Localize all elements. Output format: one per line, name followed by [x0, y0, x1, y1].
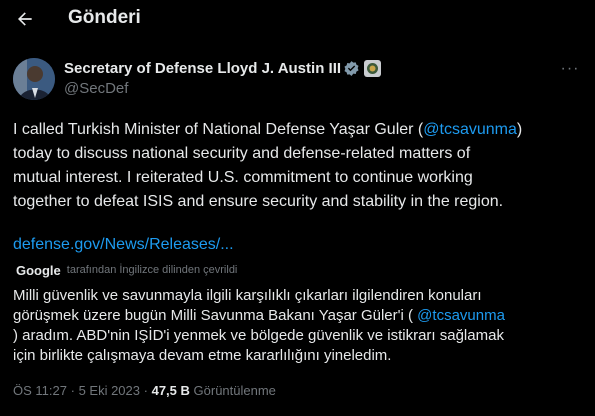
- more-options-button[interactable]: ···: [556, 60, 584, 78]
- translation-attribution: Google tarafından İngilizce dilinden çev…: [16, 262, 237, 278]
- translated-line-4: için birlikte çalışmaya devam etme karar…: [13, 347, 392, 364]
- meta-separator: ·: [70, 383, 75, 398]
- more-options-icon: ···: [560, 60, 580, 77]
- author-name[interactable]: Secretary of Defense Lloyd J. Austin III: [64, 60, 341, 77]
- mention-link[interactable]: @tcsavunma: [423, 121, 517, 138]
- translation-note: tarafından İngilizce dilinden çevrildi: [66, 264, 238, 276]
- back-button[interactable]: [14, 8, 36, 30]
- tweet-line-4: together to defeat ISIS and ensure secur…: [13, 193, 504, 210]
- avatar[interactable]: [13, 58, 55, 100]
- translated-line-1: Milli güvenlik ve savunmayla ilgili karş…: [13, 287, 482, 304]
- views-label: Görüntülenme: [193, 383, 276, 398]
- tweet-line-1: I called Turkish Minister of National De…: [13, 121, 523, 138]
- translated-text: Milli güvenlik ve savunmayla ilgili karş…: [13, 286, 583, 366]
- government-affiliation-icon[interactable]: [364, 60, 381, 77]
- arrow-left-icon: [18, 12, 32, 26]
- verified-badge-icon[interactable]: [343, 60, 360, 77]
- tweet-text: I called Turkish Minister of National De…: [13, 118, 583, 214]
- page-title: Gönderi: [68, 7, 141, 28]
- top-bar: Gönderi: [0, 0, 595, 40]
- tweet-date[interactable]: 5 Eki 2023: [79, 383, 140, 398]
- translated-mention-link[interactable]: @tcsavunma: [417, 307, 505, 324]
- translated-line-3: ) aradım. ABD'nin IŞİD'i yenmek ve bölge…: [13, 327, 504, 344]
- tweet-line-2: today to discuss national security and d…: [13, 145, 471, 162]
- tweet-time[interactable]: ÖS 11:27: [13, 383, 67, 398]
- meta-separator-2: ·: [143, 383, 148, 398]
- tweet-meta: ÖS 11:27 · 5 Eki 2023 · 47,5 B Görüntüle…: [13, 383, 276, 398]
- author-handle[interactable]: @SecDef: [64, 80, 128, 97]
- google-logo: Google: [16, 262, 61, 278]
- translated-line-2: görüşmek üzere bugün Milli Savunma Bakan…: [13, 307, 505, 324]
- article-link[interactable]: defense.gov/News/Releases/...: [13, 236, 234, 254]
- views-count: 47,5 B: [151, 383, 190, 398]
- tweet-line-3: mutual interest. I reiterated U.S. commi…: [13, 169, 473, 186]
- avatar-portrait-icon: [13, 58, 55, 100]
